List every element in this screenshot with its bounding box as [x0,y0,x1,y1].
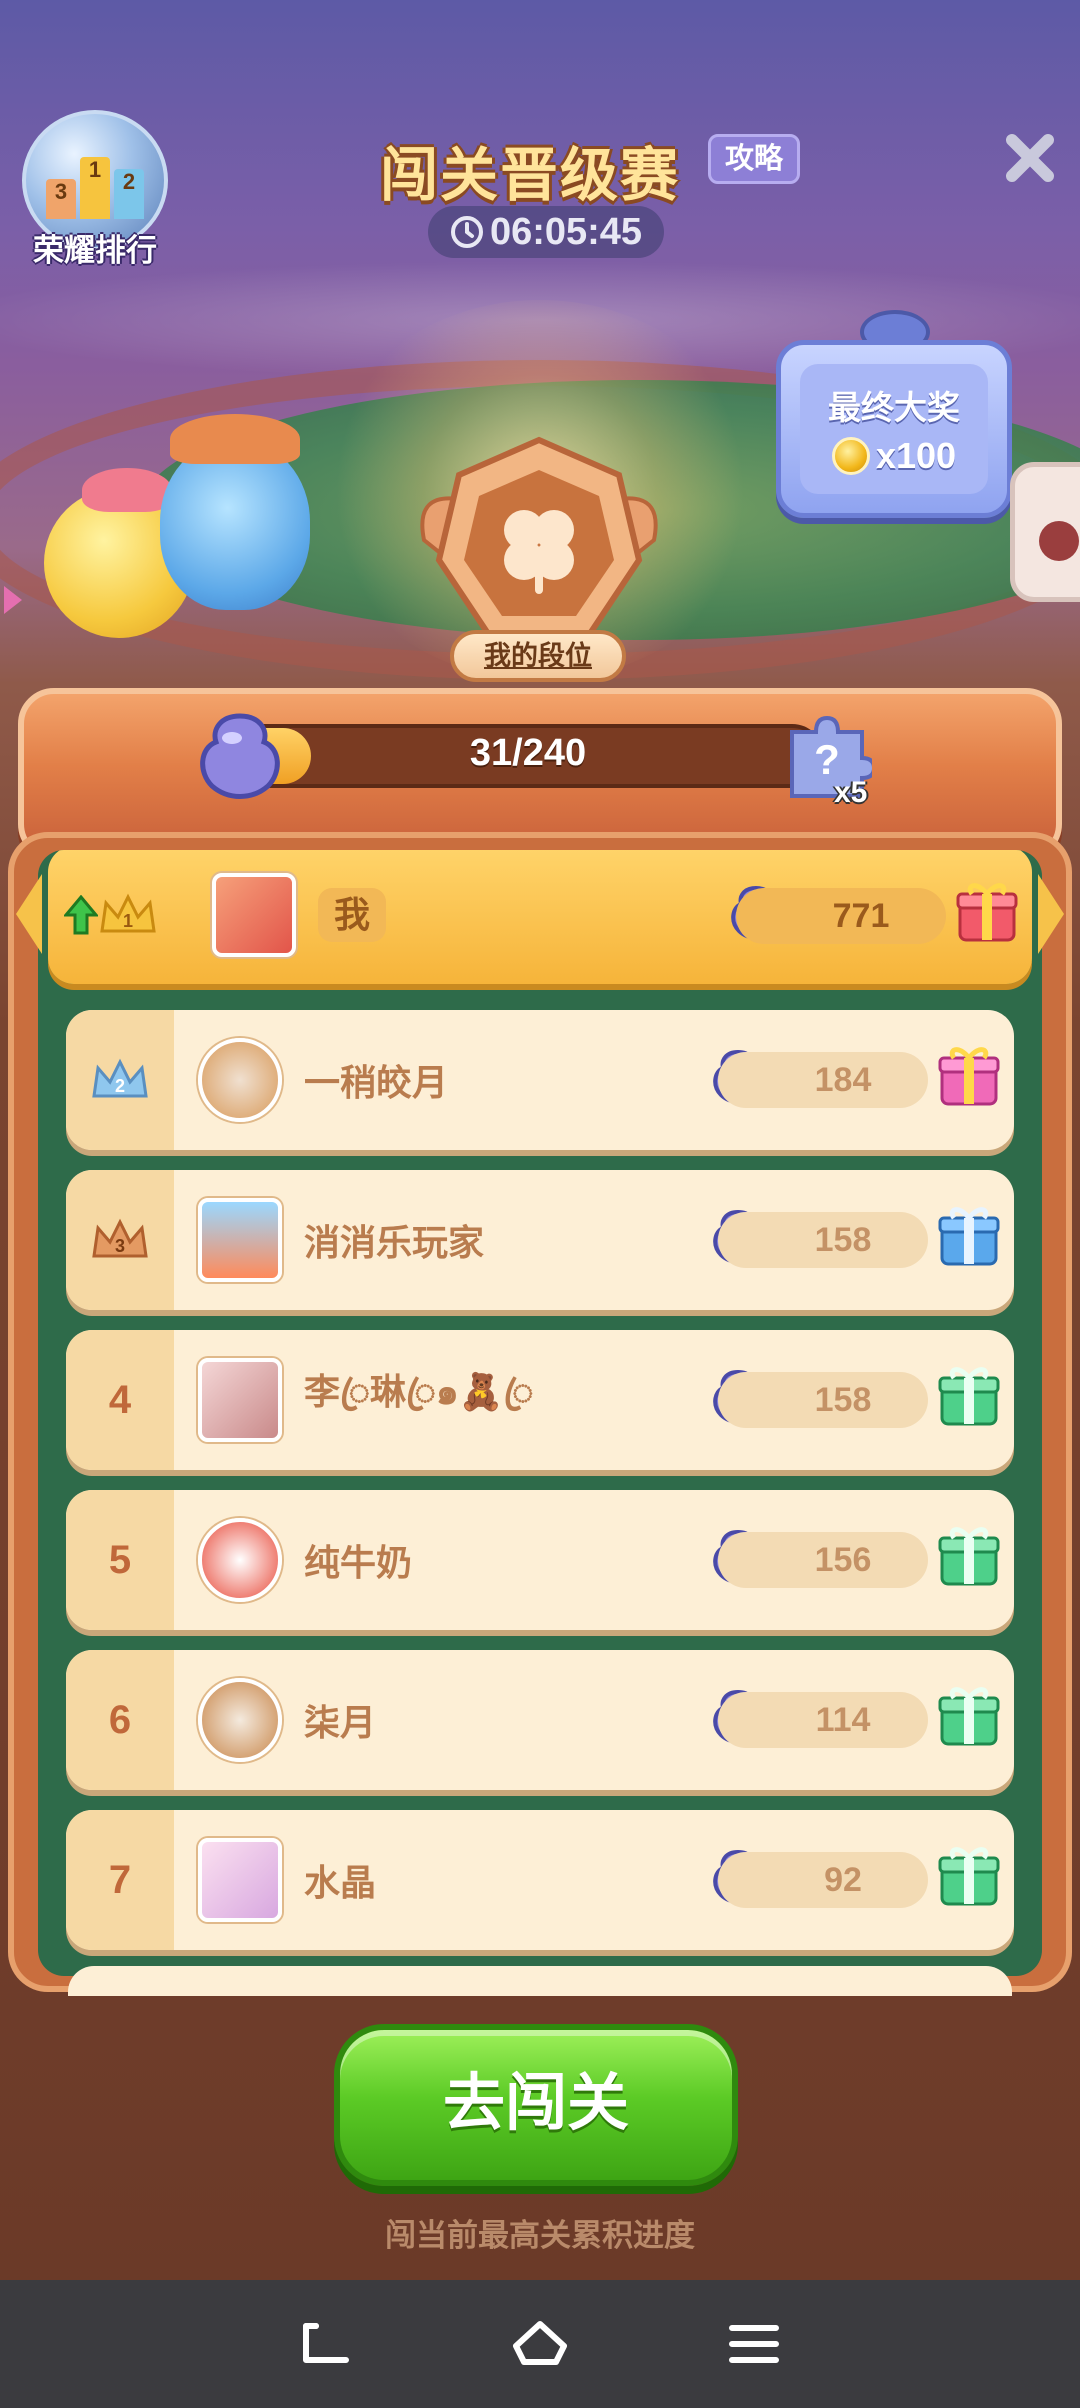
avatar[interactable] [198,1838,282,1922]
score-value: 158 [718,1372,928,1428]
coin-icon [831,437,870,475]
game-stage: 3 1 2 荣耀排行 闯关晋级赛 攻略 06:05:45 最终大奖 x100 我… [0,0,1080,2280]
podium-first: 1 [80,157,110,219]
guide-button[interactable]: 攻略 [708,134,801,184]
avatar[interactable] [198,1678,282,1762]
leaderboard-row[interactable]: 3 消消乐玩家 158 [66,1170,1014,1310]
score-value: 158 [718,1212,928,1268]
gift-icon[interactable] [938,1524,1000,1588]
my-rank-label[interactable]: 我的段位 [450,630,626,682]
podium-third: 3 [46,179,76,219]
page-title: 闯关晋级赛 [380,143,681,208]
leaderboard[interactable]: 1 我 771 2 一稍皎月 184 3 消消乐玩家 158 4 李ꦿ琳ꦿ๑🧸ꦿ… [38,850,1042,1976]
progress-text: 31/240 [469,732,587,774]
rank-cell: 1 [48,850,188,984]
score-value: 114 [718,1692,928,1748]
leaderboard-row[interactable]: 6 柒月 114 [66,1650,1014,1790]
timer-value: 06:05:45 [489,210,643,253]
leaderboard-row-me[interactable]: 1 我 771 [48,850,1032,984]
start-level-hint: 闯当前最高关累积进度 [385,2218,695,2253]
final-prize-amount-value: x100 [875,435,957,476]
rank-number: 5 [66,1490,174,1630]
home-icon[interactable] [508,2312,572,2376]
avatar[interactable] [198,1038,282,1122]
score-value: 92 [718,1852,928,1908]
final-prize-title: 最终大奖 [828,389,960,426]
close-icon[interactable] [1000,128,1060,188]
avatar[interactable] [212,873,296,957]
score-value: 156 [718,1532,928,1588]
leaderboard-row[interactable]: 2 一稍皎月 184 [66,1010,1014,1150]
leaderboard-row[interactable]: 4 李ꦿ琳ꦿ๑🧸ꦿ 158 [66,1330,1014,1470]
rank-up-arrow-icon [64,895,98,935]
rank-cell: 3 [66,1170,174,1310]
silver-crown-icon: 2 [92,1058,148,1098]
gift-icon[interactable] [938,1044,1000,1108]
rank-number: 2 [115,1076,125,1096]
gift-icon[interactable] [938,1684,1000,1748]
bronze-crown-icon: 3 [92,1218,148,1258]
gift-icon[interactable] [938,1364,1000,1428]
dino-mascot [160,414,310,610]
leaderboard-row-partial[interactable] [68,1966,1012,1996]
gold-crown-icon: 1 [100,893,156,933]
gift-icon[interactable] [956,880,1018,944]
gift-icon[interactable] [938,1204,1000,1268]
rank-number: 7 [66,1810,174,1950]
clock-icon [450,216,483,248]
me-row-right-pointer [1038,874,1064,954]
menu-icon[interactable] [722,2312,786,2376]
podium-second: 2 [114,169,144,219]
countdown-timer: 06:05:45 [428,206,664,258]
gem-icon [200,713,280,799]
honor-ranking-button[interactable]: 3 1 2 荣耀排行 [20,110,170,270]
final-prize-amount: x100 [831,435,957,477]
gift-icon[interactable] [938,1844,1000,1908]
final-prize-content[interactable]: 最终大奖 x100 [800,364,988,494]
leaderboard-row[interactable]: 5 纯牛奶 156 [66,1490,1014,1630]
rank-number: 4 [66,1330,174,1470]
rank-number: 3 [115,1236,125,1256]
mystery-multiplier: x5 [834,776,868,809]
start-level-button[interactable]: 去闯关 [334,2024,738,2186]
avatar[interactable] [198,1518,282,1602]
leaderboard-row[interactable]: 7 水晶 92 [66,1810,1014,1950]
back-icon[interactable] [294,2312,358,2376]
avatar[interactable] [198,1358,282,1442]
rank-number: 6 [66,1650,174,1790]
system-navigation-bar [0,2280,1080,2408]
rank-cell: 2 [66,1010,174,1150]
player-name: 我 [318,888,387,942]
me-row-left-pointer [16,874,42,954]
side-tab-button[interactable] [1010,462,1080,602]
score-value: 184 [718,1052,928,1108]
score-value: 771 [736,888,946,944]
honor-ranking-label: 荣耀排行 [33,233,157,268]
avatar[interactable] [198,1198,282,1282]
rank-number: 1 [123,911,133,931]
left-edge-arrow-icon[interactable] [4,586,22,614]
